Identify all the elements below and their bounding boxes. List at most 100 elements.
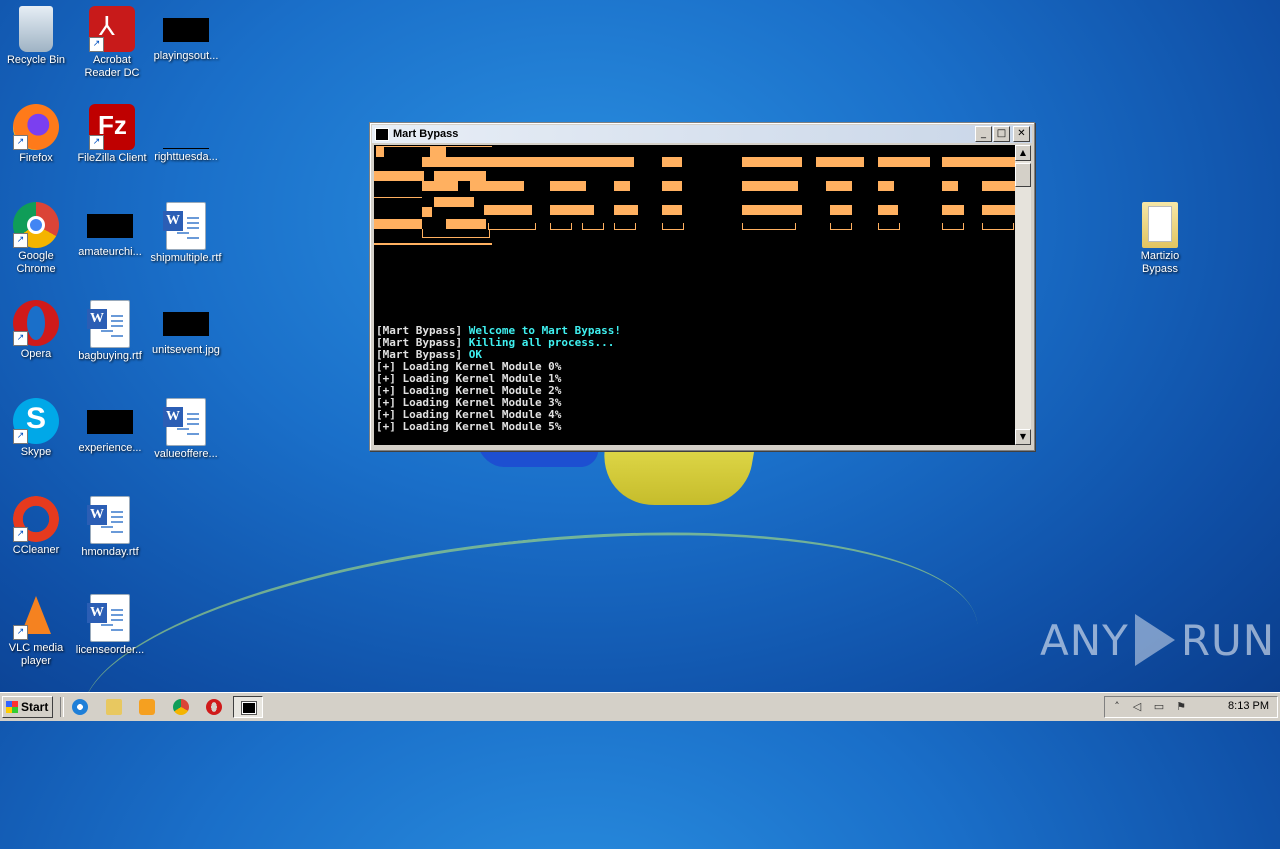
desktop-icon-label: CCleaner — [12, 544, 60, 556]
word-doc-icon: W — [87, 594, 130, 642]
shortcut-arrow-icon: ↗ — [13, 331, 28, 346]
network-icon[interactable]: ▭ — [1153, 701, 1165, 713]
console-text: [Mart Bypass] Welcome to Mart Bypass! [M… — [376, 325, 621, 433]
word-doc-icon: W — [87, 496, 130, 544]
taskbar-console-button[interactable] — [233, 696, 263, 718]
desktop-icon-righttuesda[interactable]: righttuesda... — [148, 100, 224, 164]
anyrun-watermark: ANY RUN — [1040, 610, 1274, 670]
volume-icon[interactable]: ◁ — [1131, 701, 1143, 713]
windows-logo-icon — [6, 701, 18, 713]
desktop-icon-experience[interactable]: experience... — [72, 394, 148, 455]
action-center-flag-icon[interactable]: ⚑ — [1175, 701, 1187, 713]
shortcut-arrow-icon: ↗ — [89, 135, 104, 150]
ascii-art-banner — [374, 145, 1016, 255]
shortcut-arrow-icon: ↗ — [89, 37, 104, 52]
desktop-icon-label: VLC media player — [8, 642, 64, 667]
console-scrollbar[interactable]: ▲ ▼ — [1015, 145, 1031, 445]
shortcut-arrow-icon: ↗ — [13, 429, 28, 444]
acrobat-icon: ⅄ ↗ — [89, 6, 135, 52]
recycle-bin-icon — [19, 6, 53, 52]
start-button[interactable]: Start — [2, 696, 53, 718]
tray-expand-icon[interactable]: ˄ — [1111, 701, 1123, 713]
window-title: Mart Bypass — [393, 128, 459, 140]
taskbar-separator — [60, 697, 64, 717]
maximize-button[interactable]: □ — [993, 126, 1010, 142]
desktop-folder-martizio-bypass[interactable]: Martizio Bypass — [1122, 198, 1198, 276]
skype-icon: S ↗ — [13, 398, 59, 444]
desktop-icon-bagbuying[interactable]: W bagbuying.rtf — [72, 296, 148, 363]
watermark-play-icon — [1134, 614, 1175, 666]
wallpaper-logo-yellow — [594, 445, 756, 505]
wallpaper-swoosh — [68, 493, 992, 849]
scroll-up-button[interactable]: ▲ — [1015, 145, 1031, 161]
close-button[interactable]: ✕ — [1013, 126, 1030, 142]
scroll-down-button[interactable]: ▼ — [1015, 429, 1031, 445]
explorer-icon[interactable] — [106, 699, 122, 715]
ie-icon[interactable] — [72, 699, 88, 715]
watermark-any: ANY — [1040, 615, 1129, 665]
desktop-icon-label: playingsout... — [153, 50, 219, 62]
desktop-icon-chrome[interactable]: ↗ Google Chrome — [0, 198, 74, 276]
desktop-icon-hmonday[interactable]: W hmonday.rtf — [72, 492, 148, 559]
file-icon — [163, 104, 209, 149]
media-player-icon[interactable] — [139, 699, 155, 715]
chrome-icon: ↗ — [13, 202, 59, 248]
desktop-icon-label: FileZilla Client — [77, 152, 147, 164]
taskbar: Start ˄ ◁ ▭ ⚑ 8:13 PM — [0, 692, 1280, 721]
word-doc-icon: W — [163, 202, 206, 250]
desktop-icon-acrobat[interactable]: ⅄ ↗ Acrobat Reader DC — [74, 2, 150, 80]
desktop-icon-shipmultiple[interactable]: W shipmultiple.rtf — [148, 198, 224, 265]
minimize-button[interactable]: _ — [975, 126, 992, 142]
folder-icon — [1142, 202, 1178, 248]
chrome-icon[interactable] — [173, 699, 189, 715]
desktop-icon-skype[interactable]: S ↗ Skype — [0, 394, 74, 459]
opera-icon[interactable] — [206, 699, 222, 715]
console-output[interactable]: [Mart Bypass] Welcome to Mart Bypass! [M… — [374, 145, 1016, 445]
desktop-icon-firefox[interactable]: ↗ Firefox — [0, 100, 74, 165]
desktop-icon-label: hmonday.rtf — [81, 546, 139, 558]
desktop-icon-recycle-bin[interactable]: Recycle Bin — [0, 2, 74, 67]
word-doc-icon: W — [163, 398, 206, 446]
start-label: Start — [21, 700, 49, 714]
console-app-icon — [241, 701, 257, 715]
window-titlebar[interactable]: Mart Bypass _ □ ✕ — [372, 125, 1032, 143]
console-app-icon — [375, 127, 389, 141]
desktop-icon-licenseorder[interactable]: W licenseorder... — [72, 590, 148, 657]
system-tray: ˄ ◁ ▭ ⚑ 8:13 PM — [1104, 696, 1278, 718]
desktop-icon-amateurchi[interactable]: amateurchi... — [72, 198, 148, 259]
desktop-icon-label: Recycle Bin — [6, 54, 66, 66]
word-doc-icon: W — [87, 300, 130, 348]
desktop-icon-label: Acrobat Reader DC — [84, 54, 140, 79]
desktop-icon-valueoffere[interactable]: W valueoffere... — [148, 394, 224, 461]
desktop-icon-label: Martizio Bypass — [1140, 250, 1180, 275]
clock[interactable]: 8:13 PM — [1228, 700, 1269, 712]
black-thumbnail-icon — [163, 312, 209, 336]
desktop-icon-label: amateurchi... — [78, 246, 142, 258]
desktop-icon-vlc[interactable]: ↗ VLC media player — [0, 590, 74, 668]
desktop-icon-filezilla[interactable]: Fz ↗ FileZilla Client — [74, 100, 150, 165]
console-window[interactable]: Mart Bypass _ □ ✕ [Mart Bypass] Welcome … — [369, 122, 1035, 451]
shortcut-arrow-icon: ↗ — [13, 135, 28, 150]
desktop-icon-label: experience... — [78, 442, 142, 454]
desktop-icon-label: Firefox — [19, 152, 53, 164]
desktop-icon-label: Skype — [20, 446, 52, 458]
vlc-icon: ↗ — [13, 594, 59, 640]
black-thumbnail-icon — [163, 18, 209, 42]
firefox-icon: ↗ — [13, 104, 59, 150]
scroll-thumb[interactable] — [1015, 163, 1031, 187]
shortcut-arrow-icon: ↗ — [13, 233, 28, 248]
console-line: [+] Loading Kernel Module 5% — [376, 420, 562, 433]
desktop-icon-unitsevent[interactable]: unitsevent.jpg — [148, 296, 224, 357]
desktop-icon-label: Opera — [20, 348, 52, 360]
ccleaner-icon: ↗ — [13, 496, 59, 542]
desktop-icon-label: shipmultiple.rtf — [150, 252, 222, 264]
desktop-icon-label: licenseorder... — [75, 644, 145, 656]
desktop-icon-opera[interactable]: ↗ Opera — [0, 296, 74, 361]
desktop-icon-label: valueoffere... — [154, 448, 218, 460]
desktop-icon-label: unitsevent.jpg — [152, 344, 220, 356]
desktop-icon-playingsout[interactable]: playingsout... — [148, 2, 224, 63]
desktop-icon-label: righttuesda... — [154, 151, 218, 163]
desktop-icon-label: bagbuying.rtf — [78, 350, 142, 362]
desktop-icon-ccleaner[interactable]: ↗ CCleaner — [0, 492, 74, 557]
filezilla-icon: Fz ↗ — [89, 104, 135, 150]
